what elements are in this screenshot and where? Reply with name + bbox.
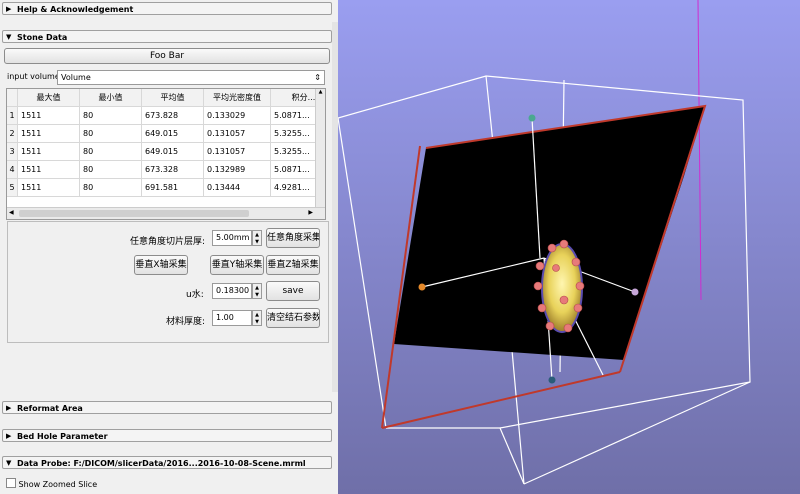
table-cell[interactable]: 80 <box>79 124 142 143</box>
table-cell[interactable]: 1511 <box>17 142 80 161</box>
table-cell[interactable]: 0.132989 <box>203 160 271 179</box>
stone-ellipsoid <box>541 243 583 333</box>
table-row[interactable]: 5 1511 80 691.581 0.13444 4.9281... <box>7 178 325 197</box>
collapsed-arrow-icon: ▶ <box>6 5 12 13</box>
thickness-label: 任意角度切片层厚: <box>130 237 206 247</box>
row-number: 2 <box>7 124 18 143</box>
spin-up-icon[interactable]: ▲ <box>253 231 261 238</box>
row-number: 4 <box>7 160 18 179</box>
help-section-header[interactable]: ▶ Help & Acknowledgement <box>2 2 332 15</box>
top-marker[interactable] <box>528 114 536 122</box>
stone-table: 最大值 最小值 平均值 平均光密度值 积分... 1 1511 80 673.8… <box>6 88 326 220</box>
bed-hole-section-label: Bed Hole Parameter <box>17 432 108 441</box>
show-zoomed-label: Show Zoomed Slice <box>18 480 98 489</box>
row-number: 1 <box>7 106 18 125</box>
table-cell[interactable]: 691.581 <box>141 178 204 197</box>
3d-view[interactable] <box>338 0 800 494</box>
header-min[interactable]: 最小值 <box>79 89 142 107</box>
stone-section-header[interactable]: ▼ Stone Data <box>2 30 332 43</box>
table-cell[interactable]: 80 <box>79 142 142 161</box>
thickness-input[interactable]: 5.00mm <box>212 230 252 246</box>
left-marker[interactable] <box>418 283 426 291</box>
right-marker[interactable] <box>631 288 639 296</box>
spin-up-icon[interactable]: ▲ <box>253 284 261 291</box>
table-cell[interactable]: 0.13444 <box>203 178 271 197</box>
clear-stone-params-button[interactable]: 清空结石参数 <box>266 308 320 328</box>
table-cell[interactable]: 0.131057 <box>203 142 271 161</box>
row-number: 5 <box>7 178 18 197</box>
vertical-y-button[interactable]: 垂直Y轴采集 <box>210 255 264 275</box>
input-volume-label: input volume <box>7 72 60 81</box>
table-cell[interactable]: 1511 <box>17 160 80 179</box>
spin-down-icon[interactable]: ▼ <box>253 291 261 298</box>
table-cell[interactable]: 673.328 <box>141 160 204 179</box>
show-zoomed-row[interactable]: Show Zoomed Slice <box>6 478 97 489</box>
table-cell[interactable]: 80 <box>79 106 142 125</box>
u-water-spinner[interactable]: ▲ ▼ <box>252 283 262 299</box>
material-thickness-input[interactable]: 1.00 <box>212 310 252 326</box>
stone-section-label: Stone Data <box>17 33 68 42</box>
header-max[interactable]: 最大值 <box>17 89 80 107</box>
table-cell[interactable]: 0.131057 <box>203 124 271 143</box>
module-panel: ▶ Help & Acknowledgement ▼ Stone Data Fo… <box>0 0 338 494</box>
table-cell[interactable]: 1511 <box>17 124 80 143</box>
help-section-label: Help & Acknowledgement <box>17 5 134 14</box>
bottom-marker[interactable] <box>548 376 556 384</box>
bed-hole-section-header[interactable]: ▶ Bed Hole Parameter <box>2 429 332 442</box>
collapsed-arrow-icon: ▶ <box>6 432 12 440</box>
vertical-z-button[interactable]: 垂直Z轴采集 <box>266 255 320 275</box>
table-horizontal-scrollbar[interactable]: ◀ ▶ <box>7 207 325 219</box>
scroll-thumb[interactable] <box>19 210 249 217</box>
scroll-left-icon[interactable]: ◀ <box>9 209 14 216</box>
header-mean-od[interactable]: 平均光密度值 <box>203 89 271 107</box>
scroll-up-icon[interactable]: ▲ <box>316 89 325 95</box>
reformat-section-label: Reformat Area <box>17 404 83 413</box>
table-row[interactable]: 2 1511 80 649.015 0.131057 5.3255... <box>7 124 325 143</box>
table-cell[interactable]: 649.015 <box>141 142 204 161</box>
table-row[interactable]: 3 1511 80 649.015 0.131057 5.3255... <box>7 142 325 161</box>
row-number: 3 <box>7 142 18 161</box>
table-cell[interactable]: 649.015 <box>141 124 204 143</box>
arbitrary-collect-button[interactable]: 任意角度采集 <box>266 228 320 248</box>
table-cell[interactable]: 80 <box>79 178 142 197</box>
show-zoomed-checkbox[interactable] <box>6 478 16 488</box>
input-volume-value: Volume <box>61 73 91 82</box>
table-cell[interactable]: 1511 <box>17 178 80 197</box>
expanded-arrow-icon: ▼ <box>6 459 12 467</box>
thickness-spinner[interactable]: ▲ ▼ <box>252 230 262 246</box>
data-probe-section-header[interactable]: ▼ Data Probe: F:/DICOM/slicerData/2016..… <box>2 456 332 469</box>
foo-bar-button[interactable]: Foo Bar <box>4 48 330 64</box>
table-cell[interactable]: 0.133029 <box>203 106 271 125</box>
data-probe-label: Data Probe: F:/DICOM/slicerData/2016...2… <box>17 459 306 468</box>
u-water-label: u水: <box>186 290 204 300</box>
table-cell[interactable]: 673.828 <box>141 106 204 125</box>
save-button[interactable]: save <box>266 281 320 301</box>
expanded-arrow-icon: ▼ <box>6 33 12 41</box>
corner-cell <box>7 89 18 107</box>
u-water-input[interactable]: 0.18300 <box>212 283 252 299</box>
table-cell[interactable]: 1511 <box>17 106 80 125</box>
material-thickness-spinner[interactable]: ▲ ▼ <box>252 310 262 326</box>
input-volume-select[interactable]: Volume ⇕ <box>57 70 325 85</box>
spin-down-icon[interactable]: ▼ <box>253 238 261 245</box>
scroll-right-icon[interactable]: ▶ <box>308 209 313 216</box>
reformat-section-header[interactable]: ▶ Reformat Area <box>2 401 332 414</box>
spin-down-icon[interactable]: ▼ <box>253 318 261 325</box>
updown-arrow-icon: ⇕ <box>314 73 321 82</box>
spin-up-icon[interactable]: ▲ <box>253 311 261 318</box>
table-vertical-scrollbar[interactable]: ▲ <box>315 89 325 207</box>
vertical-x-button[interactable]: 垂直X轴采集 <box>134 255 188 275</box>
table-cell[interactable]: 80 <box>79 160 142 179</box>
table-row[interactable]: 4 1511 80 673.328 0.132989 5.0871... <box>7 160 325 179</box>
header-mean[interactable]: 平均值 <box>141 89 204 107</box>
table-row[interactable]: 1 1511 80 673.828 0.133029 5.0871... <box>7 106 325 125</box>
material-thickness-label: 材料厚度: <box>166 317 206 327</box>
3d-scene[interactable] <box>338 0 800 494</box>
collapsed-arrow-icon: ▶ <box>6 404 12 412</box>
